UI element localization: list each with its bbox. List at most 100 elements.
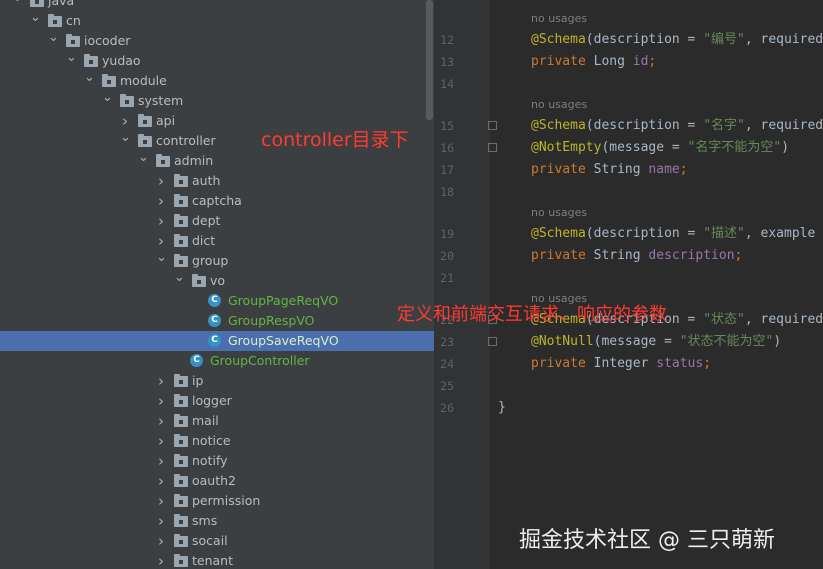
code-line[interactable]: private String description;: [531, 245, 742, 267]
chevron-right-icon[interactable]: ›: [156, 491, 166, 511]
package-folder-icon: [174, 214, 188, 227]
code-token: (description =: [585, 226, 704, 241]
tree-item-class[interactable]: C GroupSaveReqVO: [0, 331, 434, 351]
chevron-right-icon[interactable]: ›: [156, 551, 166, 569]
tree-item-folder[interactable]: › notice: [0, 431, 434, 451]
code-line[interactable]: private String name;: [531, 159, 688, 181]
chevron-down-icon[interactable]: ⌄: [84, 71, 95, 91]
tree-item-folder[interactable]: › sms: [0, 511, 434, 531]
tree-item-folder[interactable]: › mail: [0, 411, 434, 431]
line-number: 12: [440, 33, 454, 47]
usages-hint[interactable]: no usages: [531, 10, 587, 28]
tree-item-folder[interactable]: › oauth2: [0, 471, 434, 491]
tree-item-folder[interactable]: ⌄ cn: [0, 11, 434, 31]
chevron-down-icon[interactable]: ⌄: [174, 271, 185, 291]
tree-scrollbar[interactable]: [426, 0, 433, 120]
tree-item-class[interactable]: C GroupController: [0, 351, 434, 371]
code-token: ): [781, 140, 790, 155]
tree-item-folder[interactable]: ⌄ module: [0, 71, 434, 91]
tree-item-folder[interactable]: ⌄ group: [0, 251, 434, 271]
usages-hint[interactable]: no usages: [531, 96, 587, 114]
code-line[interactable]: private Long id;: [531, 51, 656, 73]
package-folder-icon: [174, 474, 188, 487]
tree-item-folder[interactable]: › ip: [0, 371, 434, 391]
chevron-right-icon[interactable]: ›: [156, 411, 166, 431]
code-line[interactable]: }: [498, 397, 506, 419]
line-number: 25: [440, 379, 454, 393]
tree-item-label: admin: [174, 153, 214, 168]
chevron-down-icon[interactable]: ⌄: [102, 91, 113, 111]
code-line[interactable]: @Schema(description = "描述", example: [531, 223, 815, 245]
chevron-down-icon[interactable]: ⌄: [30, 11, 41, 31]
chevron-down-icon[interactable]: ⌄: [48, 31, 59, 51]
tree-item-label: vo: [210, 273, 226, 288]
code-token: (description =: [585, 32, 704, 47]
chevron-right-icon[interactable]: ›: [156, 471, 166, 491]
tree-item-folder[interactable]: › captcha: [0, 191, 434, 211]
tree-item-label: ip: [192, 373, 204, 388]
tree-item-folder[interactable]: ⌄ vo: [0, 271, 434, 291]
chevron-right-icon[interactable]: ›: [156, 231, 166, 251]
package-folder-icon: [174, 374, 188, 387]
tree-item-folder[interactable]: ⌄ java: [0, 0, 434, 11]
tree-item-label: iocoder: [84, 33, 131, 48]
tree-item-folder[interactable]: › logger: [0, 391, 434, 411]
tree-item-folder[interactable]: › permission: [0, 491, 434, 511]
tree-item-class[interactable]: C GroupPageReqVO: [0, 291, 434, 311]
code-token: "名字不能为空": [687, 140, 782, 155]
code-line[interactable]: @NotNull(message = "状态不能为空"): [531, 331, 781, 353]
package-folder-icon: [174, 494, 188, 507]
chevron-right-icon[interactable]: ›: [156, 171, 166, 191]
tree-item-label: notify: [192, 453, 228, 468]
tree-item-label: tenant: [192, 553, 233, 568]
chevron-right-icon[interactable]: ›: [156, 371, 166, 391]
chevron-right-icon[interactable]: ›: [120, 111, 130, 131]
code-line[interactable]: private Integer status;: [531, 353, 711, 375]
code-line[interactable]: @Schema(description = "编号", required: [531, 29, 823, 51]
tree-item-folder[interactable]: ⌄ yudao: [0, 51, 434, 71]
tree-item-folder[interactable]: › dict: [0, 231, 434, 251]
tree-item-folder[interactable]: › auth: [0, 171, 434, 191]
tree-item-label: GroupSaveReqVO: [228, 333, 339, 348]
tree-item-folder[interactable]: › tenant: [0, 551, 434, 569]
tree-item-folder[interactable]: › notify: [0, 451, 434, 471]
fold-marker-icon[interactable]: [488, 143, 497, 152]
package-folder-icon: [138, 134, 152, 147]
tree-item-folder[interactable]: › dept: [0, 211, 434, 231]
package-folder-icon: [174, 454, 188, 467]
code-line[interactable]: @NotEmpty(message = "名字不能为空"): [531, 137, 789, 159]
chevron-right-icon[interactable]: ›: [156, 431, 166, 451]
chevron-down-icon[interactable]: ⌄: [156, 251, 167, 271]
tree-item-folder[interactable]: › socail: [0, 531, 434, 551]
code-token: Long: [593, 54, 633, 69]
chevron-down-icon[interactable]: ⌄: [12, 0, 23, 11]
tree-item-label: socail: [192, 533, 228, 548]
code-editor[interactable]: 12 13 14 15 16 17 18 19 20 21 22 23 24 25 26 no usages…: [434, 0, 823, 569]
tree-item-class[interactable]: C GroupRespVO: [0, 311, 434, 331]
line-number: 19: [440, 227, 454, 241]
chevron-right-icon[interactable]: ›: [156, 391, 166, 411]
chevron-down-icon[interactable]: ⌄: [120, 131, 131, 151]
vo-note: 定义和前端交互请求、响应的参数: [397, 304, 667, 325]
chevron-down-icon[interactable]: ⌄: [138, 151, 149, 171]
fold-marker-icon[interactable]: [488, 337, 497, 346]
code-line[interactable]: @Schema(description = "名字", required: [531, 115, 823, 137]
chevron-right-icon[interactable]: ›: [156, 451, 166, 471]
usages-hint[interactable]: no usages: [531, 204, 587, 222]
tree-item-folder[interactable]: ⌄ admin: [0, 151, 434, 171]
chevron-right-icon[interactable]: ›: [156, 511, 166, 531]
tree-item-folder[interactable]: ⌄ system: [0, 91, 434, 111]
chevron-right-icon[interactable]: ›: [156, 211, 166, 231]
fold-marker-icon[interactable]: [488, 121, 497, 130]
tree-item-label: GroupRespVO: [228, 313, 315, 328]
package-folder-icon: [120, 94, 134, 107]
code-token: description: [648, 248, 735, 263]
code-token: , required: [744, 312, 823, 327]
chevron-right-icon[interactable]: ›: [156, 191, 166, 211]
tree-item-folder[interactable]: ⌄ iocoder: [0, 31, 434, 51]
chevron-down-icon[interactable]: ⌄: [66, 51, 77, 71]
chevron-right-icon[interactable]: ›: [156, 531, 166, 551]
code-token: ;: [679, 162, 688, 177]
line-number: 24: [440, 357, 454, 371]
tree-item-label: auth: [192, 173, 221, 188]
